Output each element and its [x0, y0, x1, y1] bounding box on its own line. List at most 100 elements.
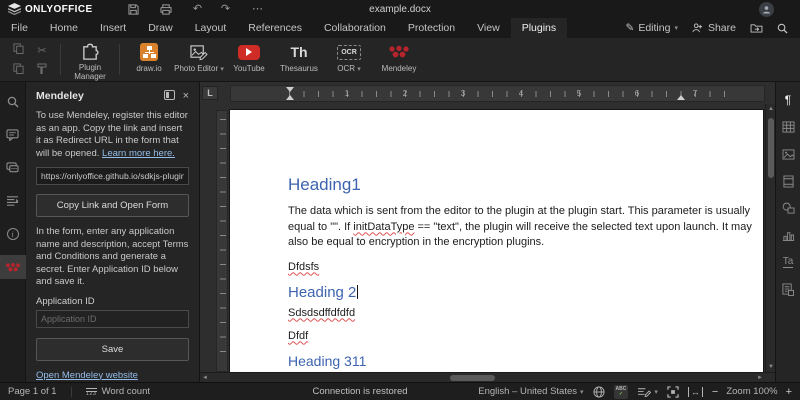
left-sidebar: i: [0, 82, 26, 382]
youtube-icon: [238, 45, 260, 60]
share-users-icon: [692, 23, 704, 33]
youtube-button[interactable]: YouTube: [224, 38, 274, 81]
copy-icon[interactable]: [13, 43, 24, 57]
horizontal-ruler[interactable]: 1 2 3 4 5 6 7: [230, 85, 765, 102]
open-mendeley-website-link[interactable]: Open Mendeley website: [36, 370, 138, 381]
spellcheck-button[interactable]: ABC✓: [614, 385, 629, 399]
document-page[interactable]: Heading1 The data which is sent from the…: [230, 110, 763, 372]
tab-layout[interactable]: Layout: [184, 18, 238, 38]
left-indent-marker[interactable]: [286, 95, 294, 100]
copy-link-button[interactable]: Copy Link and Open Form: [36, 194, 189, 217]
language-selector[interactable]: English – United States ▾: [478, 386, 583, 397]
youtube-label: YouTube: [233, 64, 264, 73]
zoom-level[interactable]: Zoom 100%: [726, 386, 777, 397]
vertical-scrollbar[interactable]: ▲ ▼: [765, 104, 775, 372]
chart-settings-button[interactable]: [780, 227, 796, 243]
tab-plugins[interactable]: Plugins: [511, 18, 567, 38]
fit-page-button[interactable]: [667, 386, 679, 398]
sidebar-navigation-button[interactable]: [0, 189, 26, 213]
sidebar-mendeley-button[interactable]: [0, 255, 26, 279]
paragraph-settings-button[interactable]: ¶: [780, 92, 796, 108]
format-painter-icon[interactable]: [37, 63, 47, 78]
undock-panel-button[interactable]: [164, 90, 175, 102]
status-bar: Page 1 of 1 123 Word count Connection is…: [0, 382, 800, 400]
globe-icon: [593, 386, 605, 398]
vertical-ruler[interactable]: [216, 110, 228, 372]
user-avatar[interactable]: [759, 2, 774, 17]
app-id-label: Application ID: [36, 296, 189, 307]
ocr-button[interactable]: OCR OCR ▾: [324, 38, 374, 81]
drawio-button[interactable]: draw.io: [124, 38, 174, 81]
sidebar-search-button[interactable]: [0, 90, 26, 114]
open-file-location-button[interactable]: [750, 23, 763, 33]
clipboard-group: ✂: [6, 40, 54, 81]
text-art-settings-button[interactable]: Ta: [780, 254, 796, 270]
track-changes-button[interactable]: ▾: [637, 386, 658, 398]
sidebar-about-button[interactable]: i: [0, 222, 26, 246]
app-id-input[interactable]: [36, 310, 189, 328]
sidebar-comments-button[interactable]: [0, 123, 26, 147]
editing-mode-button[interactable]: ✎ Editing ▾: [626, 22, 678, 34]
ruler-ticks: [289, 91, 734, 97]
page-indicator[interactable]: Page 1 of 1: [8, 386, 57, 397]
thesaurus-button[interactable]: Th Thesaurus: [274, 38, 324, 81]
scroll-up-arrow[interactable]: ▲: [766, 104, 775, 114]
photo-editor-button[interactable]: Photo Editor ▾: [174, 38, 224, 81]
document-language-button[interactable]: [593, 386, 605, 398]
cut-icon[interactable]: ✂: [37, 44, 46, 57]
tab-home[interactable]: Home: [39, 18, 89, 38]
scroll-down-arrow[interactable]: ▼: [766, 362, 775, 372]
chevron-down-icon: ▾: [674, 24, 678, 32]
mail-merge-settings-button[interactable]: [780, 281, 796, 297]
panel-title: Mendeley: [36, 90, 156, 102]
zoom-out-button[interactable]: −: [712, 386, 718, 398]
mendeley-button[interactable]: Mendeley: [374, 38, 424, 81]
ruler-ticks: [220, 119, 226, 363]
mendeley-icon: [5, 262, 21, 273]
toolbar-separator: [60, 44, 61, 75]
pencil-icon: ✎: [626, 22, 635, 34]
doc-line: Sdsdsdffdfdfd: [288, 306, 751, 320]
tab-references[interactable]: References: [237, 18, 313, 38]
save-button[interactable]: [121, 0, 147, 18]
plugins-toolbar: ✂ Plugin Manager draw.io Photo Editor ▾ …: [0, 38, 800, 82]
horizontal-scroll-thumb[interactable]: [450, 375, 495, 381]
redirect-url-input[interactable]: [36, 167, 189, 185]
tab-insert[interactable]: Insert: [89, 18, 137, 38]
header-footer-settings-button[interactable]: [780, 173, 796, 189]
share-button[interactable]: Share: [692, 22, 736, 34]
image-settings-button[interactable]: [780, 146, 796, 162]
fit-width-button[interactable]: ↔: [688, 387, 703, 397]
paste-icon[interactable]: [13, 63, 24, 77]
plugin-manager-button[interactable]: Plugin Manager: [65, 38, 115, 81]
tab-stop-selector[interactable]: L: [202, 86, 218, 100]
onlyoffice-logo-icon: [8, 3, 21, 15]
learn-more-link[interactable]: Learn more here.: [102, 148, 175, 159]
title-bar: ONLYOFFICE ↶ ↷ ⋯ example.docx: [0, 0, 800, 18]
first-line-indent-marker[interactable]: [286, 87, 294, 92]
horizontal-scrollbar[interactable]: ◄ ►: [200, 372, 775, 382]
fit-page-icon: [667, 386, 679, 398]
text-cursor: [357, 285, 358, 299]
undo-button[interactable]: ↶: [185, 0, 211, 18]
tab-protection[interactable]: Protection: [397, 18, 466, 38]
tab-draw[interactable]: Draw: [137, 18, 184, 38]
right-indent-marker[interactable]: [677, 95, 685, 100]
search-button[interactable]: [777, 23, 788, 34]
redo-button[interactable]: ↷: [213, 0, 239, 18]
shape-settings-button[interactable]: [780, 200, 796, 216]
text-art-icon: Ta: [783, 256, 794, 268]
table-settings-button[interactable]: [780, 119, 796, 135]
tab-view[interactable]: View: [466, 18, 511, 38]
more-actions-button[interactable]: ⋯: [245, 0, 271, 18]
tab-file[interactable]: File: [0, 18, 39, 38]
sidebar-chat-button[interactable]: [0, 156, 26, 180]
word-count-button[interactable]: 123 Word count: [86, 386, 150, 397]
save-button[interactable]: Save: [36, 338, 189, 361]
zoom-in-button[interactable]: +: [786, 386, 792, 398]
toolbar-separator: [119, 44, 120, 75]
print-button[interactable]: [153, 0, 179, 18]
vertical-scroll-thumb[interactable]: [768, 118, 774, 178]
tab-collaboration[interactable]: Collaboration: [313, 18, 397, 38]
close-panel-button[interactable]: ×: [183, 91, 189, 101]
